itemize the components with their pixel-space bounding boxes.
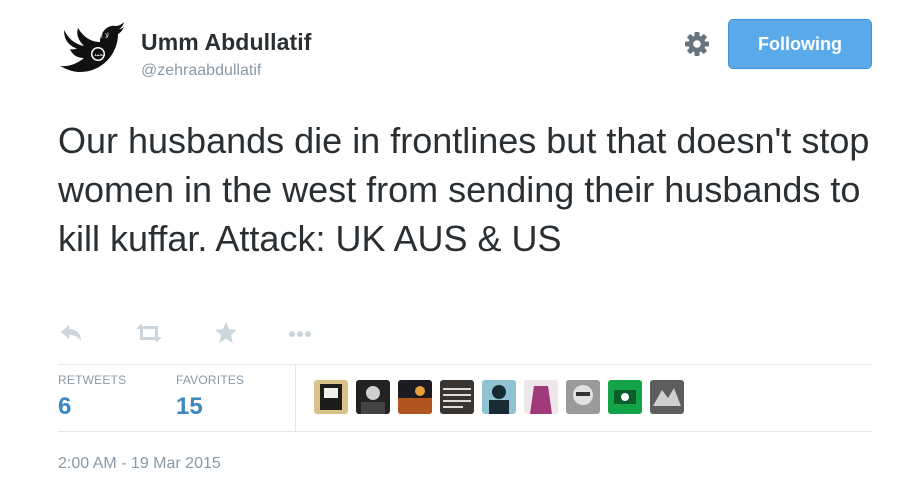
tweet-card: لا اله محمد Umm Abdullatif @zehraabdulla… (0, 0, 905, 486)
retweets-label[interactable]: RETWEETS (58, 373, 126, 387)
tweet-text: Our husbands die in frontlines but that … (58, 120, 870, 259)
favorite-icon[interactable] (213, 320, 243, 346)
favorites-label[interactable]: FAVORITES (176, 373, 244, 387)
stats-divider (295, 365, 296, 431)
user-handle[interactable]: @zehraabdullatif (141, 62, 261, 80)
favoriter-avatar-6[interactable] (524, 380, 558, 414)
favoriter-avatar-9[interactable] (650, 380, 684, 414)
gear-icon[interactable] (683, 30, 711, 58)
svg-text:لا اله: لا اله (95, 32, 109, 40)
favoriter-avatar-7[interactable] (566, 380, 600, 414)
user-display-name[interactable]: Umm Abdullatif (141, 29, 312, 56)
following-button[interactable]: Following (728, 19, 872, 69)
favoriter-avatar-2[interactable] (356, 380, 390, 414)
retweets-count[interactable]: 6 (58, 393, 71, 421)
favoriter-avatar-3[interactable] (398, 380, 432, 414)
tweet-timestamp[interactable]: 2:00 AM - 19 Mar 2015 (58, 455, 221, 473)
favoriter-avatar-5[interactable] (482, 380, 516, 414)
more-icon[interactable] (285, 320, 315, 346)
favoriter-avatar-1[interactable] (314, 380, 348, 414)
divider-top (58, 364, 872, 365)
bird-avatar-icon: لا اله محمد (60, 22, 124, 72)
favoriter-avatar-4[interactable] (440, 380, 474, 414)
favorites-count[interactable]: 15 (176, 393, 203, 421)
user-avatar[interactable]: لا اله محمد (58, 18, 124, 78)
reply-icon[interactable] (58, 320, 88, 346)
favoriter-avatar-8[interactable] (608, 380, 642, 414)
divider-bottom (58, 431, 872, 432)
retweet-icon[interactable] (134, 320, 164, 346)
svg-text:محمد: محمد (94, 52, 106, 58)
